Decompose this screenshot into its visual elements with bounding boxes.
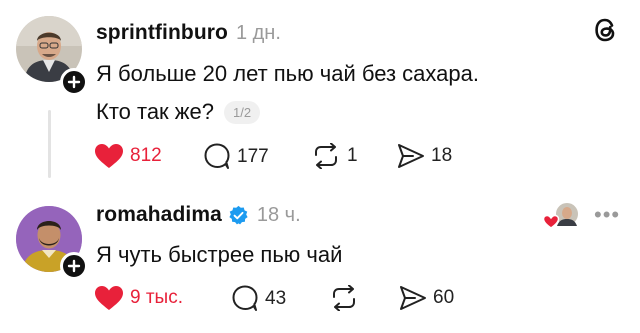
share-button[interactable]: 60 — [399, 285, 454, 311]
page-indicator: 1/2 — [223, 100, 261, 124]
post-text-line: Я больше 20 лет пью чай без сахара. — [96, 61, 479, 86]
comment-icon — [232, 285, 258, 311]
repost-button[interactable] — [329, 285, 359, 311]
follow-plus-button[interactable] — [60, 68, 88, 96]
post-text-line: Я чуть быстрее пью чай — [96, 242, 343, 267]
repost-icon — [333, 285, 355, 311]
comment-count: 43 — [265, 287, 287, 309]
repost-icon — [315, 143, 337, 169]
repost-count: 1 — [347, 145, 358, 166]
thread-connector-line — [48, 110, 51, 178]
author-liked-indicator — [542, 200, 580, 232]
follow-plus-button[interactable] — [60, 252, 88, 280]
verified-badge-icon — [229, 205, 248, 224]
comment-count: 177 — [237, 145, 269, 167]
post-header: sprintfinburo 1 дн. — [96, 21, 281, 45]
share-button[interactable]: 18 — [397, 143, 452, 169]
like-count: 812 — [130, 145, 162, 166]
share-icon — [400, 286, 426, 310]
timestamp: 1 дн. — [235, 22, 281, 44]
heart-icon — [95, 286, 123, 310]
like-button[interactable]: 9 тыс. — [94, 285, 183, 311]
comment-button[interactable]: 43 — [231, 285, 286, 312]
comment-icon — [204, 143, 230, 169]
timestamp: 18 ч. — [256, 203, 301, 226]
heart-icon — [95, 144, 123, 168]
username[interactable]: romahadima — [96, 203, 222, 227]
share-count: 60 — [433, 287, 455, 308]
post-text-line: Кто так же? — [96, 99, 214, 124]
username[interactable]: sprintfinburo — [96, 21, 228, 45]
post-header: romahadima 18 ч. — [96, 203, 301, 227]
like-button[interactable]: 812 — [94, 143, 162, 169]
comment-button[interactable]: 177 — [203, 143, 269, 170]
like-count: 9 тыс. — [130, 287, 183, 308]
post-text-row: Кто так же? 1/2 — [96, 99, 261, 125]
threads-logo-icon[interactable] — [593, 16, 619, 49]
share-icon — [398, 144, 424, 168]
more-options-icon[interactable]: ••• — [594, 202, 620, 228]
share-count: 18 — [431, 145, 453, 166]
repost-button[interactable]: 1 — [311, 143, 358, 169]
